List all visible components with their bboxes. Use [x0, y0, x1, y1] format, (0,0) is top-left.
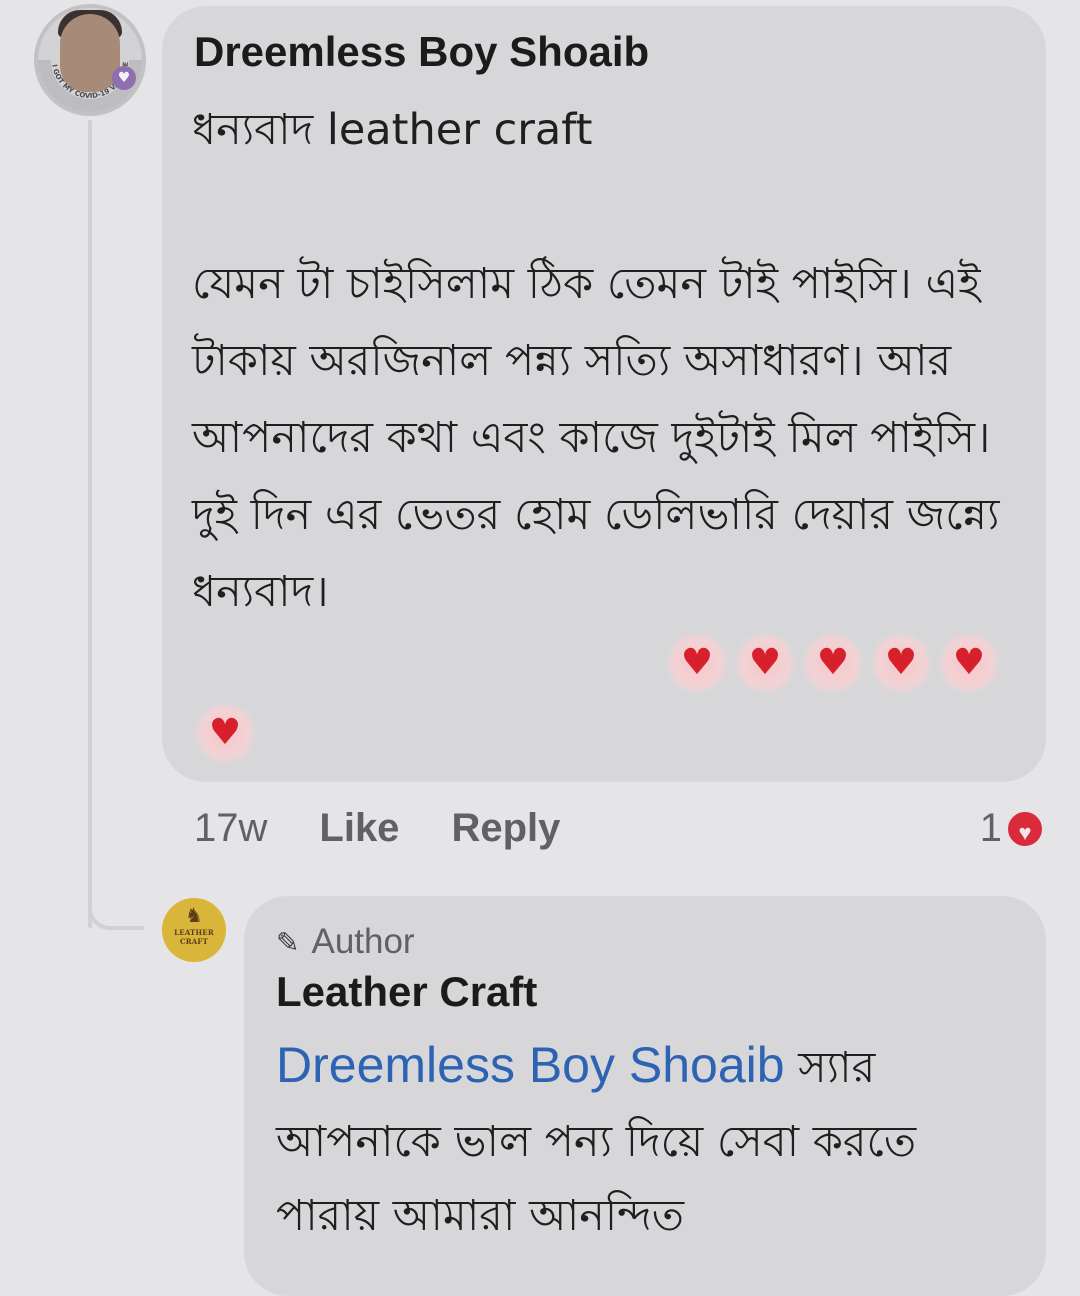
heart-emoji-icon: ♥ — [194, 702, 256, 764]
reply-button[interactable]: Reply — [451, 806, 560, 850]
reply-avatar-text: LEATHER CRAFT — [174, 928, 214, 946]
heart-emoji-icon: ♥ — [802, 632, 864, 694]
comment-author-name[interactable]: Dreemless Boy Shoaib — [194, 28, 649, 76]
pencil-icon: ✎ — [276, 926, 300, 958]
thread-branch — [88, 870, 144, 930]
comment-actions: 17w Like Reply — [194, 806, 560, 851]
avatar-frame: I GOT MY COVID-19 VACCINE — [38, 59, 142, 112]
mention-link[interactable]: Dreemless Boy Shoaib — [276, 1037, 785, 1093]
author-badge-label: Author — [311, 922, 415, 961]
author-badge: ✎ Author — [276, 922, 415, 962]
thread-line — [88, 120, 92, 928]
reaction-summary[interactable]: 1 ♥ — [980, 806, 1046, 851]
reply-avatar[interactable]: ♞ LEATHER CRAFT — [162, 898, 226, 962]
comment-timestamp[interactable]: 17w — [194, 806, 267, 850]
comment-text: ধন্যবাদ leather craft যেমন টা চাইসিলাম ঠ… — [192, 105, 1000, 617]
heart-emoji-icon: ♥ — [938, 632, 1000, 694]
avatar[interactable]: I GOT MY COVID-19 VACCINE ♥ — [34, 4, 146, 116]
reply-author-name[interactable]: Leather Craft — [276, 968, 537, 1016]
heart-emoji-icon: ♥ — [734, 632, 796, 694]
heart-emoji-icon: ♥ — [870, 632, 932, 694]
heart-emoji-icon: ♥ — [666, 632, 728, 694]
heart-emoji-group: ♥ ♥ ♥ ♥ ♥ ♥ — [194, 632, 1026, 764]
leather-craft-logo-icon: ♞ — [185, 903, 203, 927]
like-button[interactable]: Like — [319, 806, 399, 850]
love-reaction-icon: ♥ — [1004, 807, 1046, 850]
heart-badge-icon: ♥ — [112, 66, 136, 90]
reply-text: Dreemless Boy Shoaib স্যার আপনাকে ভাল পন… — [276, 1028, 1026, 1253]
reaction-count: 1 — [979, 806, 1002, 850]
